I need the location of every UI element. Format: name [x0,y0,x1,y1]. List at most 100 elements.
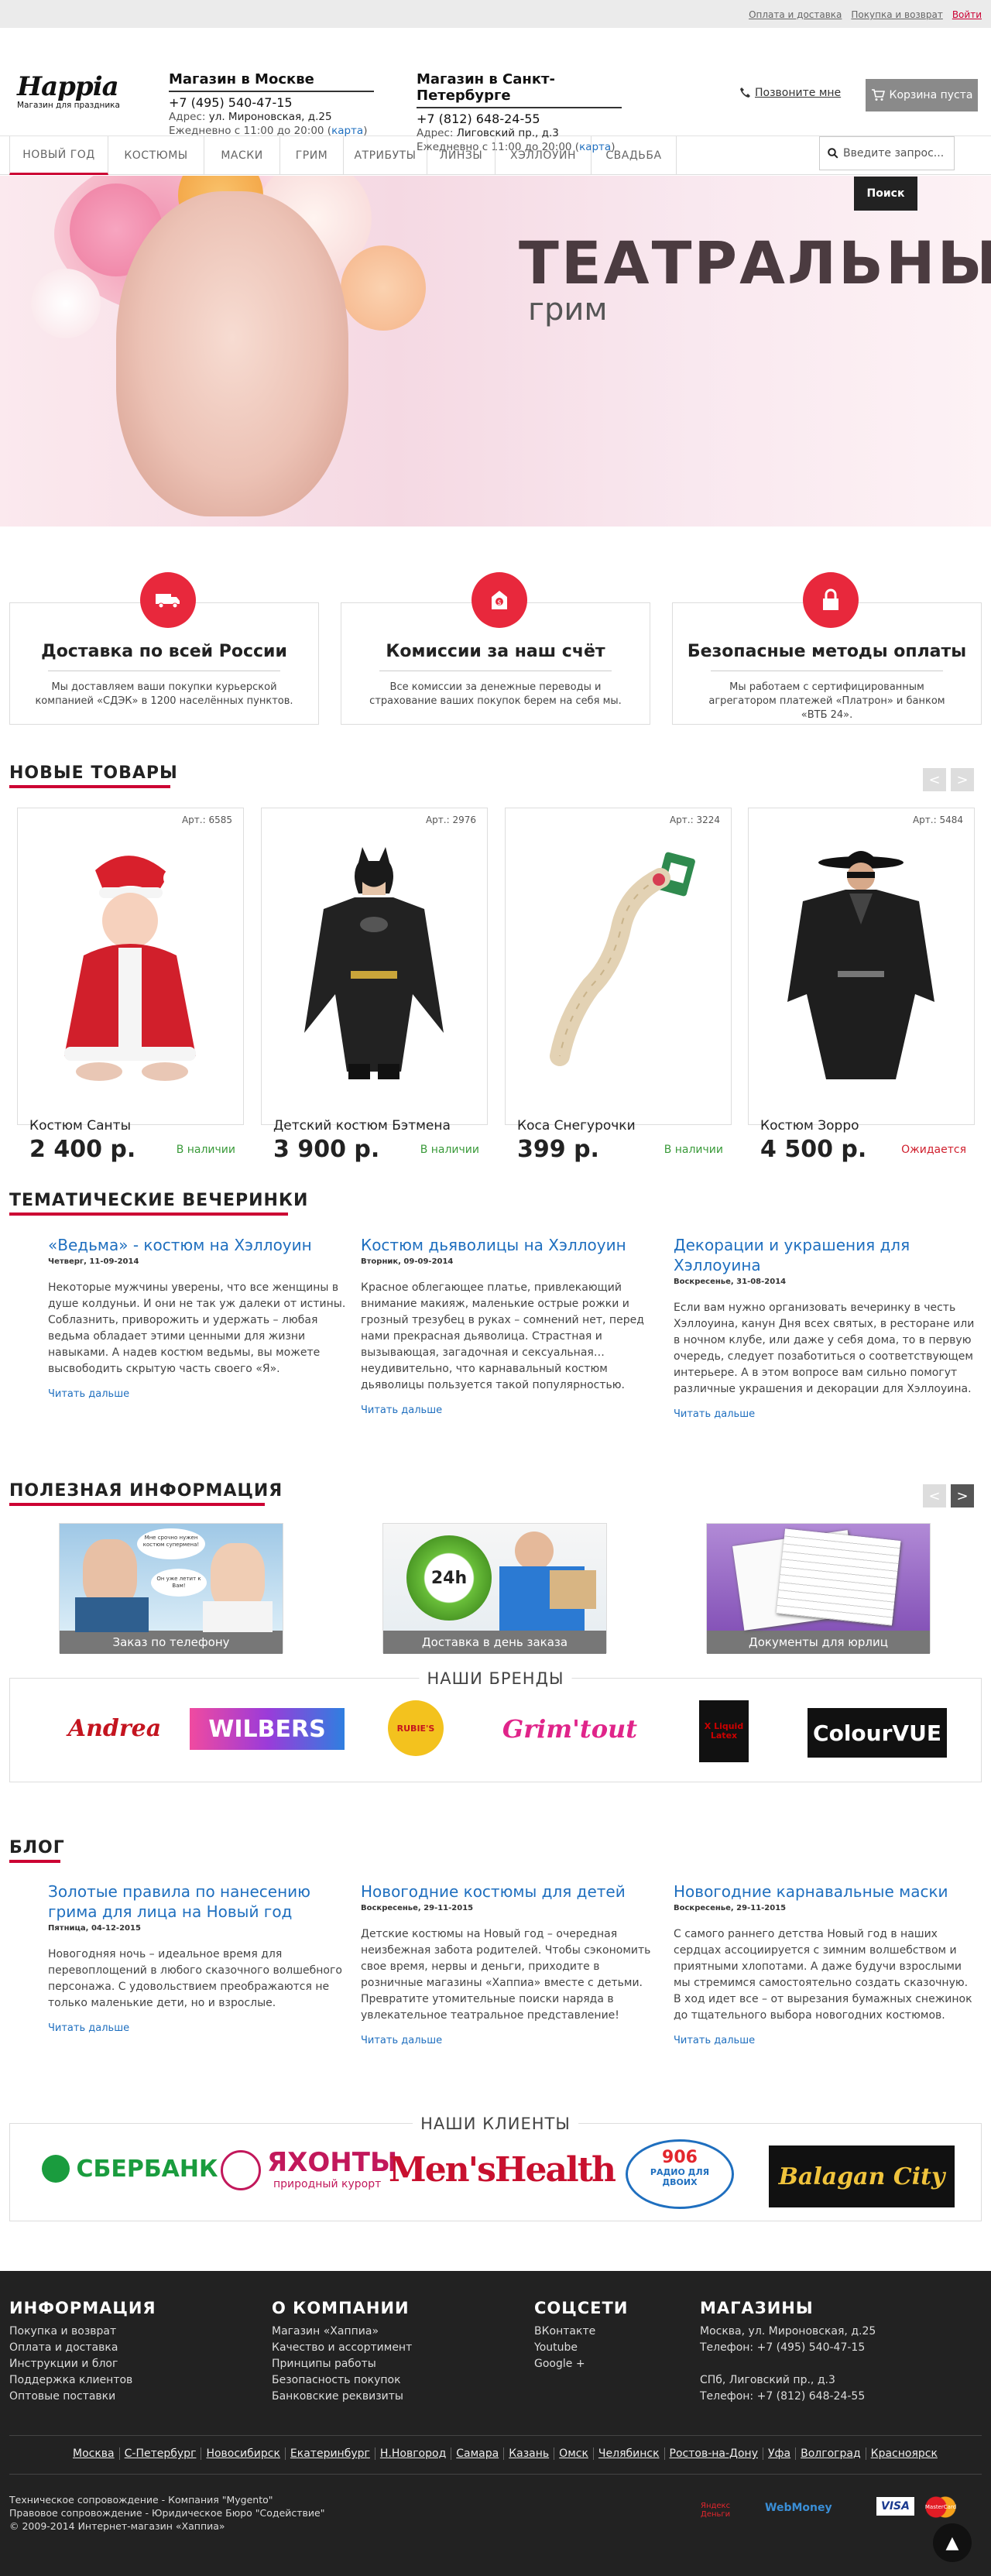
article-title[interactable]: «Ведьма» - костюм на Хэллоуин [48,1235,350,1255]
brand-wilbers[interactable]: WILBERS [190,1708,345,1750]
map-link[interactable]: карта [331,125,363,137]
prev-arrow[interactable]: < [923,1484,946,1508]
city-link[interactable]: Москва [68,2447,119,2460]
nav-attributes[interactable]: АТРИБУТЫ [344,136,427,175]
product-card[interactable]: Арт.: 5484 Костюм Зорро 4 500 р. Ожидает… [748,808,975,1163]
nav-masks[interactable]: МАСКИ [204,136,280,175]
brand-colourvue[interactable]: ColourVUE [808,1708,947,1758]
callback-link[interactable]: Позвоните мне [739,87,841,99]
article-title[interactable]: Новогодние костюмы для детей [361,1881,663,1902]
cart-button[interactable]: Корзина пуста [866,79,978,111]
brand-andrea[interactable]: Andrea [57,1705,173,1751]
hero-banner[interactable]: ТЕАТРАЛЬНЫЙ грим [0,176,991,527]
city-link[interactable]: Уфа [763,2447,795,2460]
client-radio[interactable]: 906 РАДИО ДЛЯ ДВОИХ [626,2139,734,2209]
footer-link[interactable]: Магазин «Хаппиа» [272,2324,412,2340]
client-sberbank[interactable]: СБЕРБАНК [33,2153,227,2184]
client-menshealth[interactable]: Men'sHealth [389,2146,616,2194]
store-phone[interactable]: +7 (812) 648-24-55 [417,111,622,126]
themed-article: «Ведьма» - костюм на Хэллоуин Четверг, 1… [48,1235,350,1400]
city-link[interactable]: Н.Новгород [374,2447,451,2460]
footer-link[interactable]: Оптовые поставки [9,2389,156,2405]
client-balagan-city[interactable]: Balagan City [769,2146,955,2207]
payment-delivery-link[interactable]: Оплата и доставка [749,9,842,20]
article-date: Четверг, 11-09-2014 [48,1257,139,1266]
info-card-legal-docs[interactable]: Документы для юрлиц [706,1523,931,1654]
feature-text: Все комиссии за денежные переводы и стра… [369,681,622,707]
article-title[interactable]: Костюм дьяволицы на Хэллоуин [361,1235,663,1255]
article-title[interactable]: Декорации и украшения для Хэллоуина [674,1235,976,1275]
article-date: Пятница, 04-12-2015 [48,1924,141,1933]
product-card[interactable]: Арт.: 3224 Коса Снегурочки 399 р. В нали… [505,808,732,1163]
city-link[interactable]: Казань [503,2447,554,2460]
logo[interactable]: Happia Магазин для праздника [17,71,120,110]
nav-halloween[interactable]: ХЭЛЛОУИН [496,136,592,175]
article-title[interactable]: Золотые правила по нанесению грима для л… [48,1881,350,1922]
footer-link[interactable]: Youtube [534,2340,628,2356]
read-more-link[interactable]: Читать дальше [361,2035,663,2046]
store-phone[interactable]: +7 (495) 540-47-15 [169,95,374,110]
product-name[interactable]: Костюм Санты [29,1118,238,1134]
brand-grimtout[interactable]: Grim'tout [496,1708,643,1750]
nav-lenses[interactable]: ЛИНЗЫ [427,136,496,175]
footer-link[interactable]: Безопасность покупок [272,2372,412,2389]
city-link[interactable]: Волгоград [795,2447,866,2460]
search-button[interactable]: Поиск [854,177,917,211]
city-link[interactable]: Омск [554,2447,593,2460]
article-text: Детские костюмы на Новый год – очередная… [361,1928,651,2022]
footer-link[interactable]: Оплата и доставка [9,2340,156,2356]
city-link[interactable]: Екатеринбург [284,2447,375,2460]
nav-makeup[interactable]: ГРИМ [280,136,344,175]
article-title[interactable]: Новогодние карнавальные маски [674,1881,976,1902]
city-link[interactable]: С-Петербург [118,2447,201,2460]
product-name[interactable]: Коса Снегурочки [517,1118,726,1134]
read-more-link[interactable]: Читать дальше [361,1405,663,1416]
next-arrow[interactable]: > [951,768,974,791]
brands-box: НАШИ БРЕНДЫ Andrea WILBERS RUBIE'S Grim'… [9,1669,982,1782]
nav-costumes[interactable]: КОСТЮМЫ [108,136,204,175]
info-card-same-day[interactable]: 24h Доставка в день заказа [382,1523,607,1654]
footer-social-col: СОЦСЕТИ ВКонтакте Youtube Google + [534,2299,628,2372]
footer-link[interactable]: Покупка и возврат [9,2324,156,2340]
footer-link[interactable]: Принципы работы [272,2356,412,2372]
info-card-phone-order[interactable]: Мне срочно нужен костюм супермена! Он уж… [59,1523,283,1654]
city-link[interactable]: Челябинск [592,2447,664,2460]
product-name[interactable]: Костюм Зорро [760,1118,969,1134]
product-card[interactable]: Арт.: 2976 Детский костюм Бэтмена 3 900 … [261,808,488,1163]
nav-new-year[interactable]: НОВЫЙ ГОД [9,136,108,175]
product-art: Арт.: 3224 [669,815,720,825]
read-more-link[interactable]: Читать дальше [48,1388,350,1400]
nav-wedding[interactable]: СВАДЬБА [592,136,677,175]
client-yahonty[interactable]: ЯХОНТЫ природный курорт [221,2144,406,2198]
footer-link[interactable]: Качество и ассортимент [272,2340,412,2356]
city-link[interactable]: Новосибирск [201,2447,284,2460]
prev-arrow[interactable]: < [923,768,946,791]
footer-link[interactable]: Поддержка клиентов [9,2372,156,2389]
footer-stores-col: МАГАЗИНЫ Москва, ул. Мироновская, д.25 Т… [700,2299,876,2403]
product-art: Арт.: 5484 [912,815,963,825]
copyright: Техническое сопровождение - Компания "My… [9,2494,325,2532]
purchase-return-link[interactable]: Покупка и возврат [851,9,942,20]
footer-link[interactable]: Инструкции и блог [9,2356,156,2372]
scroll-top-button[interactable]: ▲ [933,2523,972,2562]
product-status: Ожидается [901,1144,966,1156]
article-text: Если вам нужно организовать вечеринку в … [674,1302,975,1395]
product-name[interactable]: Детский костюм Бэтмена [273,1118,482,1134]
article-date: Воскресенье, 31-08-2014 [674,1278,787,1286]
read-more-link[interactable]: Читать дальше [674,2035,976,2046]
product-card[interactable]: Арт.: 6585 Костюм Санты 2 400 р. В налич… [17,808,244,1163]
login-link[interactable]: Войти [952,9,982,20]
footer-link[interactable]: Банковские реквизиты [272,2389,412,2405]
brand-liquid-latex[interactable]: X Liquid Latex [699,1700,749,1762]
city-link[interactable]: Ростов-на-Дону [664,2447,763,2460]
search-input[interactable]: Введите запрос... [819,136,955,170]
footer-link[interactable]: Google + [534,2356,628,2372]
read-more-link[interactable]: Читать дальше [48,2022,350,2034]
city-link[interactable]: Красноярск [865,2447,942,2460]
read-more-link[interactable]: Читать дальше [674,1408,976,1420]
city-link[interactable]: Самара [451,2447,503,2460]
new-products-arrows: < > [923,768,974,791]
footer-link[interactable]: ВКонтакте [534,2324,628,2340]
brand-rubies[interactable]: RUBIE'S [388,1700,444,1756]
next-arrow[interactable]: > [951,1484,974,1508]
